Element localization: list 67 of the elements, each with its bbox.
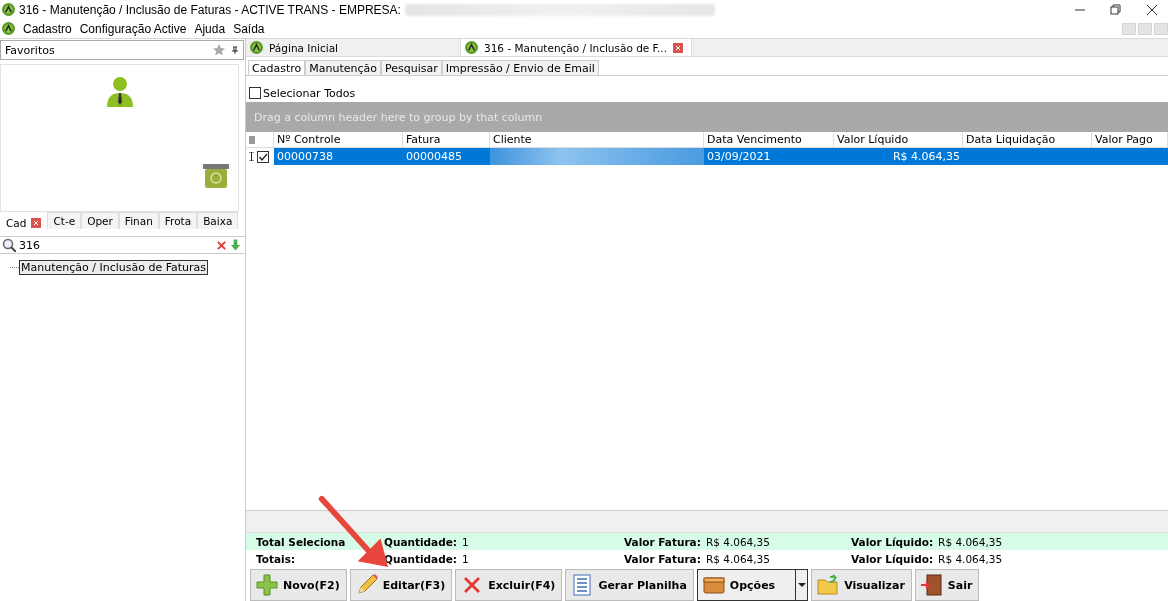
sidebar-tab[interactable]: Oper (81, 212, 119, 229)
document-tab[interactable]: 316 - Manutenção / Inclusão de F... (461, 39, 692, 56)
sidebar-tab[interactable]: Finan (118, 212, 159, 229)
toolbar-button[interactable]: Opções (696, 569, 797, 601)
table-cell: 00000485 (403, 148, 490, 165)
menu-item[interactable]: Saída (233, 21, 265, 36)
door-icon (919, 573, 944, 597)
pin-icon (231, 46, 239, 54)
logo-icon (250, 41, 263, 54)
summary-label: Quantidade: (384, 552, 458, 565)
person-icon (105, 76, 134, 107)
tab[interactable]: Pesquisar (380, 60, 442, 75)
restore-icon[interactable] (1110, 3, 1122, 16)
caret-icon (797, 583, 806, 587)
sidebar-tab[interactable]: Baixa (197, 212, 239, 229)
sidebar-tab[interactable]: Ct-e (47, 212, 82, 229)
table-cell: R$ 4.064,35 (834, 148, 963, 165)
checkbox[interactable] (257, 150, 269, 163)
tab[interactable]: Cadastro (248, 60, 306, 75)
folder-icon (816, 573, 841, 597)
summary-value: 1 (462, 535, 469, 548)
recycle-bin-icon (202, 163, 230, 189)
summary-label: Valor Líquido: (851, 552, 934, 565)
logo-icon (465, 41, 478, 54)
table-cell: 00000738 (274, 148, 403, 165)
summary-value: R$ 4.064,35 (938, 535, 1003, 548)
toolbar-button[interactable]: Gerar Planilha (565, 569, 694, 601)
window-title: 316 - Manutenção / Inclusão de Faturas - ACTIVE TRANS - EMPRESA: (19, 2, 401, 17)
tab[interactable]: Impressão / Envio de Email (441, 60, 599, 75)
table-cell: 03/09/2021 (704, 148, 834, 165)
plus-icon (255, 573, 279, 597)
summary-label: Total Seleciona (256, 535, 347, 548)
menu-item[interactable]: Cadastro (23, 21, 72, 36)
toolbar-button[interactable]: Sair (914, 569, 980, 601)
menu-item[interactable]: Ajuda (194, 21, 226, 36)
tab[interactable]: Manutenção (305, 60, 381, 75)
dropdown-button[interactable] (796, 569, 809, 601)
favorites-label: Favoritos (5, 43, 56, 57)
toolbar-button[interactable]: Novo(F2) (250, 569, 347, 601)
checkbox-label: Selecionar Todos (263, 86, 356, 100)
sidebar-tab[interactable]: Frota (158, 212, 198, 229)
close-icon[interactable] (1146, 3, 1158, 16)
star-icon (213, 44, 225, 56)
logo-icon (2, 3, 15, 16)
summary-label: Valor Fatura: (624, 552, 701, 565)
summary-label: Valor Fatura: (624, 535, 701, 548)
summary-label: Quantidade: (384, 535, 458, 548)
summary-label: Totais: (256, 552, 297, 565)
toolbar-button[interactable]: Excluir(F4) (455, 569, 563, 601)
down-arrow-icon (230, 239, 241, 251)
group-panel: Drag a column header here to group by that column (246, 102, 1168, 132)
clear-icon (216, 239, 227, 251)
toolbar-button[interactable]: Visualizar (811, 569, 912, 601)
logo-icon (2, 22, 15, 35)
menu-item[interactable]: Configuração Active (79, 21, 187, 36)
row-indicator-icon (249, 152, 254, 161)
toolbar-button[interactable]: Editar(F3) (349, 569, 453, 601)
tree-item[interactable]: Manutenção / Inclusão de Faturas (19, 260, 209, 275)
summary-value: R$ 4.064,35 (705, 535, 770, 548)
summary-value: 1 (462, 552, 469, 565)
checkbox[interactable] (249, 87, 261, 99)
summary-value: R$ 4.064,35 (705, 552, 770, 565)
summary-value: R$ 4.064,35 (938, 552, 1003, 565)
document-tab[interactable]: Página Inicial (246, 39, 461, 56)
column-chooser-icon (249, 135, 255, 144)
search-icon (2, 238, 16, 252)
summary-label: Valor Líquido: (851, 535, 934, 548)
